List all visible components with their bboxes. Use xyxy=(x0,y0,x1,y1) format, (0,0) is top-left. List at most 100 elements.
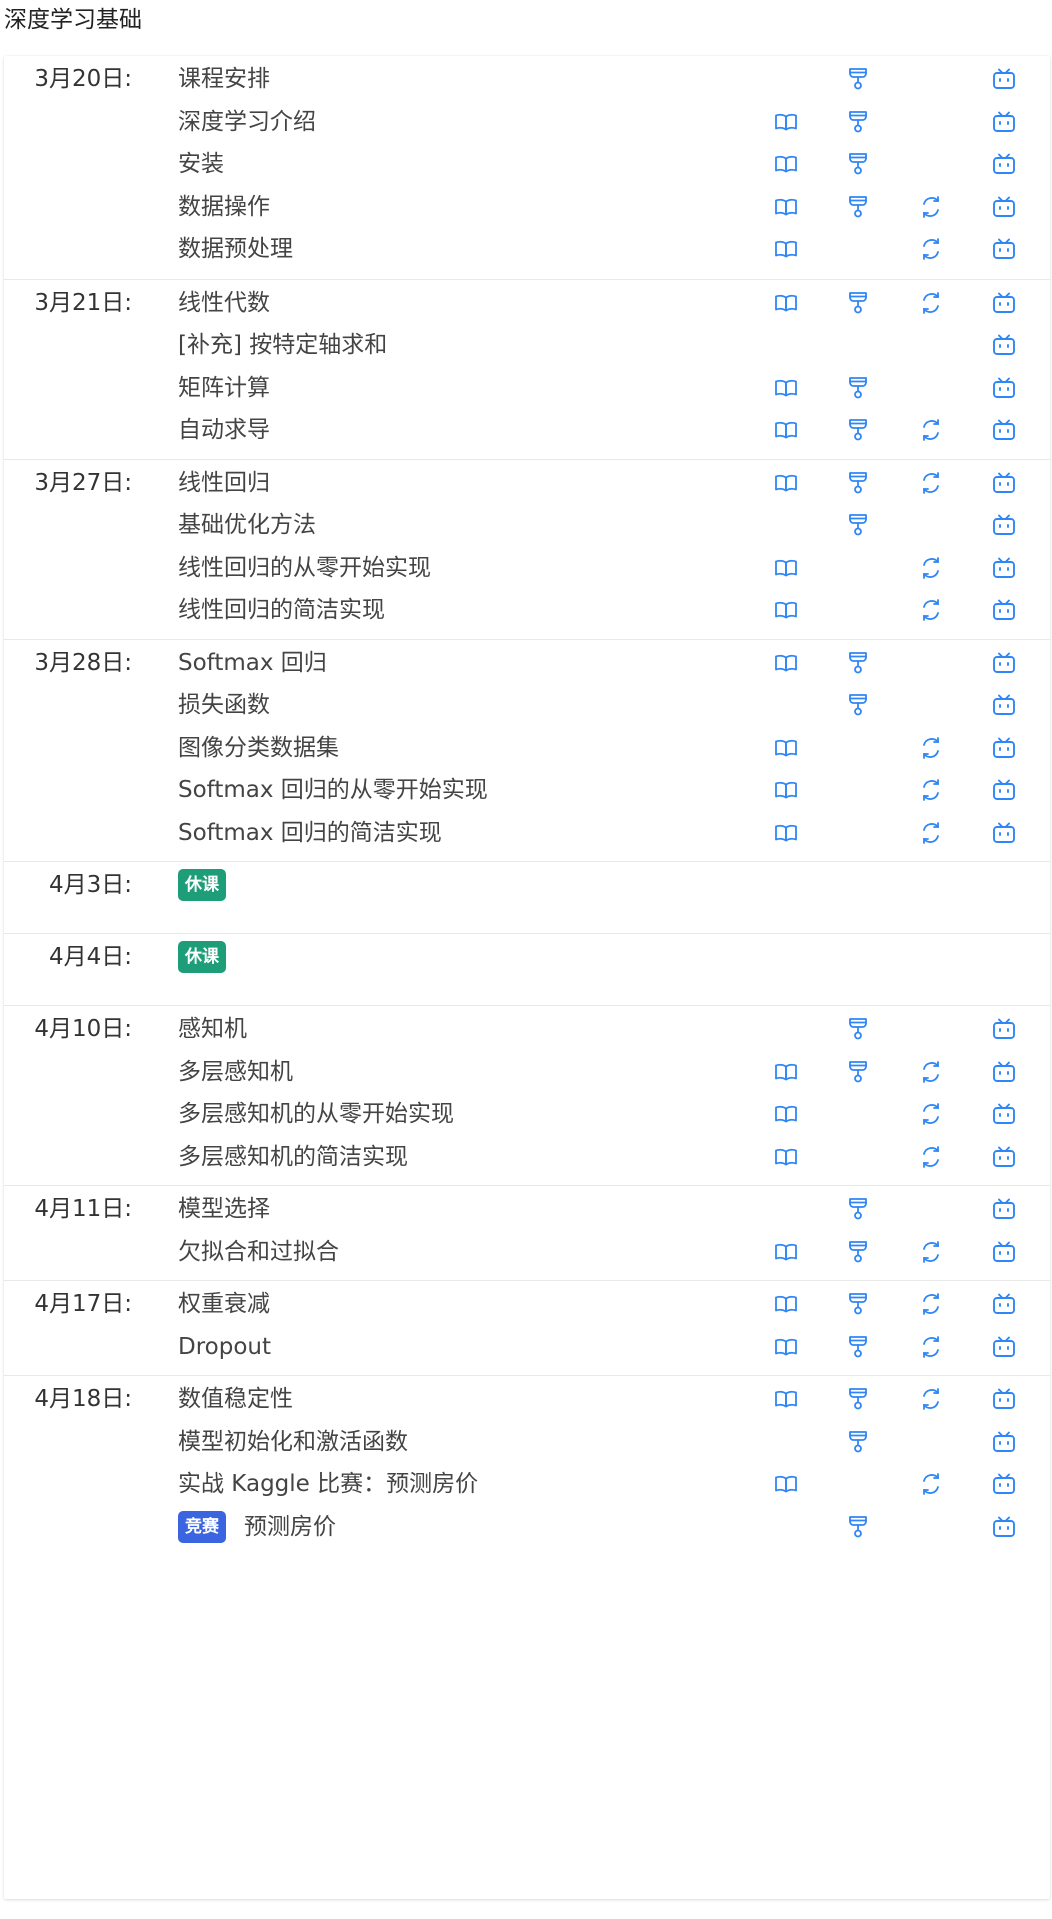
book-icon[interactable] xyxy=(773,236,799,262)
refresh-code-icon[interactable] xyxy=(918,555,944,581)
bilibili-tv-icon[interactable] xyxy=(991,375,1017,401)
lesson-row: 竞赛 预测房价 xyxy=(4,1501,1050,1553)
bilibili-tv-icon[interactable] xyxy=(991,1334,1017,1360)
book-icon[interactable] xyxy=(773,1239,799,1265)
book-icon[interactable] xyxy=(773,650,799,676)
book-icon[interactable] xyxy=(773,555,799,581)
bilibili-tv-icon[interactable] xyxy=(991,1471,1017,1497)
book-icon[interactable] xyxy=(773,1144,799,1170)
book-icon[interactable] xyxy=(773,1471,799,1497)
schedule-day: 3月28日: Softmax 回归 损失函数 图像分类数据集 Softmax 回归的从零… xyxy=(4,638,1050,863)
refresh-code-icon[interactable] xyxy=(918,1471,944,1497)
presentation-icon[interactable] xyxy=(845,1016,871,1042)
presentation-icon[interactable] xyxy=(845,470,871,496)
refresh-code-icon[interactable] xyxy=(918,1239,944,1265)
book-icon[interactable] xyxy=(773,1386,799,1412)
bilibili-tv-icon[interactable] xyxy=(991,735,1017,761)
refresh-code-icon[interactable] xyxy=(918,1101,944,1127)
refresh-code-icon[interactable] xyxy=(918,820,944,846)
refresh-code-icon[interactable] xyxy=(918,597,944,623)
refresh-code-icon[interactable] xyxy=(918,1334,944,1360)
refresh-code-icon[interactable] xyxy=(918,735,944,761)
bilibili-tv-icon[interactable] xyxy=(991,1239,1017,1265)
schedule-day: 4月17日: 权重衰减 Dropout xyxy=(4,1280,1050,1376)
schedule-day: 4月11日: 模型选择 欠拟合和过拟合 xyxy=(4,1185,1050,1281)
schedule-card: 3月20日: 课程安排 深度学习介绍 安装 数据操作 数据预处理 3月21日: 线性代数 [补充… xyxy=(4,56,1050,1899)
presentation-icon[interactable] xyxy=(845,290,871,316)
bilibili-tv-icon[interactable] xyxy=(991,66,1017,92)
presentation-icon[interactable] xyxy=(845,194,871,220)
lesson-title-text: 线性回归的简洁实现 xyxy=(178,597,385,623)
presentation-icon[interactable] xyxy=(845,1059,871,1085)
lesson-title: 线性回归的简洁实现 xyxy=(178,584,385,636)
lesson-title: 数据预处理 xyxy=(178,223,293,275)
bilibili-tv-icon[interactable] xyxy=(991,332,1017,358)
book-icon[interactable] xyxy=(773,777,799,803)
bilibili-tv-icon[interactable] xyxy=(991,417,1017,443)
bilibili-tv-icon[interactable] xyxy=(991,597,1017,623)
refresh-code-icon[interactable] xyxy=(918,290,944,316)
book-icon[interactable] xyxy=(773,109,799,135)
presentation-icon[interactable] xyxy=(845,512,871,538)
bilibili-tv-icon[interactable] xyxy=(991,1016,1017,1042)
refresh-code-icon[interactable] xyxy=(918,194,944,220)
book-icon[interactable] xyxy=(773,1059,799,1085)
bilibili-tv-icon[interactable] xyxy=(991,650,1017,676)
bilibili-tv-icon[interactable] xyxy=(991,1291,1017,1317)
presentation-icon[interactable] xyxy=(845,151,871,177)
book-icon[interactable] xyxy=(773,470,799,496)
refresh-code-icon[interactable] xyxy=(918,777,944,803)
presentation-icon[interactable] xyxy=(845,650,871,676)
bilibili-tv-icon[interactable] xyxy=(991,820,1017,846)
bilibili-tv-icon[interactable] xyxy=(991,470,1017,496)
refresh-code-icon[interactable] xyxy=(918,417,944,443)
bilibili-tv-icon[interactable] xyxy=(991,1196,1017,1222)
bilibili-tv-icon[interactable] xyxy=(991,236,1017,262)
presentation-icon[interactable] xyxy=(845,66,871,92)
bilibili-tv-icon[interactable] xyxy=(991,1429,1017,1455)
bilibili-tv-icon[interactable] xyxy=(991,1514,1017,1540)
book-icon[interactable] xyxy=(773,820,799,846)
bilibili-tv-icon[interactable] xyxy=(991,512,1017,538)
presentation-icon[interactable] xyxy=(845,417,871,443)
book-icon[interactable] xyxy=(773,1334,799,1360)
refresh-code-icon[interactable] xyxy=(918,1386,944,1412)
refresh-code-icon[interactable] xyxy=(918,1059,944,1085)
book-icon[interactable] xyxy=(773,375,799,401)
book-icon[interactable] xyxy=(773,1101,799,1127)
bilibili-tv-icon[interactable] xyxy=(991,1059,1017,1085)
book-icon[interactable] xyxy=(773,151,799,177)
schedule-day: 4月18日: 数值稳定性 模型初始化和激活函数 实战 Kaggle 比赛：预测房价 竞赛… xyxy=(4,1375,1050,1556)
presentation-icon[interactable] xyxy=(845,375,871,401)
book-icon[interactable] xyxy=(773,417,799,443)
lesson-row: 自动求导 xyxy=(4,404,1050,456)
book-icon[interactable] xyxy=(773,735,799,761)
presentation-icon[interactable] xyxy=(845,1196,871,1222)
presentation-icon[interactable] xyxy=(845,109,871,135)
bilibili-tv-icon[interactable] xyxy=(991,1101,1017,1127)
presentation-icon[interactable] xyxy=(845,1291,871,1317)
bilibili-tv-icon[interactable] xyxy=(991,290,1017,316)
presentation-icon[interactable] xyxy=(845,1429,871,1455)
refresh-code-icon[interactable] xyxy=(918,236,944,262)
presentation-icon[interactable] xyxy=(845,1514,871,1540)
bilibili-tv-icon[interactable] xyxy=(991,1386,1017,1412)
refresh-code-icon[interactable] xyxy=(918,470,944,496)
refresh-code-icon[interactable] xyxy=(918,1144,944,1170)
book-icon[interactable] xyxy=(773,194,799,220)
bilibili-tv-icon[interactable] xyxy=(991,151,1017,177)
bilibili-tv-icon[interactable] xyxy=(991,194,1017,220)
bilibili-tv-icon[interactable] xyxy=(991,777,1017,803)
bilibili-tv-icon[interactable] xyxy=(991,692,1017,718)
bilibili-tv-icon[interactable] xyxy=(991,555,1017,581)
presentation-icon[interactable] xyxy=(845,692,871,718)
bilibili-tv-icon[interactable] xyxy=(991,1144,1017,1170)
book-icon[interactable] xyxy=(773,1291,799,1317)
presentation-icon[interactable] xyxy=(845,1386,871,1412)
book-icon[interactable] xyxy=(773,290,799,316)
book-icon[interactable] xyxy=(773,597,799,623)
refresh-code-icon[interactable] xyxy=(918,1291,944,1317)
presentation-icon[interactable] xyxy=(845,1239,871,1265)
presentation-icon[interactable] xyxy=(845,1334,871,1360)
bilibili-tv-icon[interactable] xyxy=(991,109,1017,135)
